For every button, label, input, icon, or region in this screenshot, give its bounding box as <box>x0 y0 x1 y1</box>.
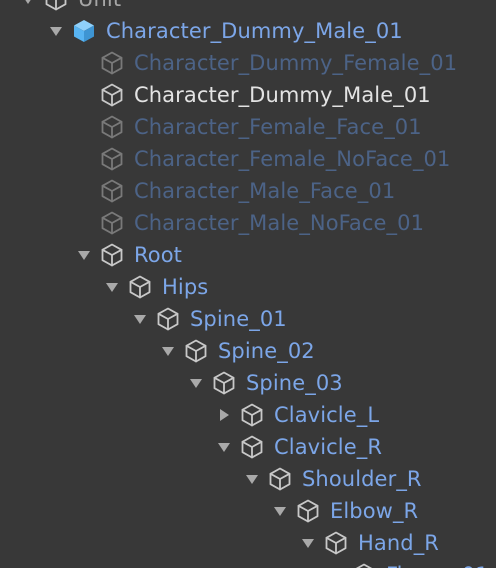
foldout-expanded-arrow-icon[interactable] <box>105 280 119 294</box>
cube-icon <box>45 0 67 11</box>
hierarchy-item-label: Character_Dummy_Male_01 <box>106 19 403 43</box>
hierarchy-row-hips[interactable]: Hips <box>0 271 496 303</box>
foldout-expanded-arrow-icon[interactable] <box>49 24 63 38</box>
hierarchy-row-clavicle-l[interactable]: Clavicle_L <box>0 399 496 431</box>
foldout-expanded-arrow-icon[interactable] <box>245 472 259 486</box>
hierarchy-item-label: Character_Dummy_Female_01 <box>134 51 458 75</box>
hierarchy-row-clavicle-r[interactable]: Clavicle_R <box>0 431 496 463</box>
hierarchy-row-character-dummy-male-01[interactable]: Character_Dummy_Male_01 <box>0 79 496 111</box>
hierarchy-row-character-female-face-01[interactable]: Character_Female_Face_01 <box>0 111 496 143</box>
foldout-expanded-arrow-icon[interactable] <box>273 504 287 518</box>
hierarchy-item-label: Spine_03 <box>246 371 343 395</box>
cube-icon <box>269 467 291 491</box>
hierarchy-item-label: Finger_01 <box>386 559 489 568</box>
hierarchy-row-shoulder-r[interactable]: Shoulder_R <box>0 463 496 495</box>
cube-icon <box>241 435 263 459</box>
hierarchy-item-label: Character_Female_Face_01 <box>134 115 422 139</box>
hierarchy-item-label: Hand_R <box>358 531 439 555</box>
foldout-expanded-arrow-icon[interactable] <box>77 248 91 262</box>
cube-icon <box>129 275 151 299</box>
foldout-expanded-arrow-icon[interactable] <box>189 376 203 390</box>
hierarchy-item-label: Unit <box>78 0 121 15</box>
cube-icon <box>101 211 123 235</box>
hierarchy-row-spine-02[interactable]: Spine_02 <box>0 335 496 367</box>
hierarchy-item-label: Clavicle_L <box>274 403 380 427</box>
foldout-expanded-arrow-icon[interactable] <box>21 0 35 6</box>
hierarchy-row-elbow-r[interactable]: Elbow_R <box>0 495 496 527</box>
cube-icon <box>157 307 179 331</box>
hierarchy-item-label: Clavicle_R <box>274 435 383 459</box>
hierarchy-item-label: Hips <box>162 275 209 299</box>
cube-icon <box>101 83 123 107</box>
foldout-expanded-arrow-icon[interactable] <box>217 440 231 454</box>
hierarchy-item-label: Character_Male_Face_01 <box>134 179 396 203</box>
cube-icon <box>325 531 347 555</box>
cube-icon <box>241 403 263 427</box>
hierarchy-item-label: Character_Male_NoFace_01 <box>134 211 425 235</box>
hierarchy-item-label: Character_Dummy_Male_01 <box>134 83 431 107</box>
cube-icon <box>101 179 123 203</box>
hierarchy-row-character-male-face-01[interactable]: Character_Male_Face_01 <box>0 175 496 207</box>
prefab-cube-icon <box>74 20 94 42</box>
hierarchy-row-finger-01[interactable]: Finger_01 <box>0 559 496 568</box>
cube-icon <box>101 51 123 75</box>
hierarchy-row-spine-01[interactable]: Spine_01 <box>0 303 496 335</box>
foldout-expanded-arrow-icon[interactable] <box>133 312 147 326</box>
cube-icon <box>101 115 123 139</box>
cube-icon <box>297 499 319 523</box>
hierarchy-item-label: Character_Female_NoFace_01 <box>134 147 451 171</box>
hierarchy-row-spine-03[interactable]: Spine_03 <box>0 367 496 399</box>
cube-icon <box>101 243 123 267</box>
hierarchy-row-character-dummy-male-01[interactable]: Character_Dummy_Male_01 <box>0 15 496 47</box>
hierarchy-item-label: Elbow_R <box>330 499 419 523</box>
cube-icon <box>355 563 373 568</box>
hierarchy-item-label: Shoulder_R <box>302 467 422 491</box>
foldout-collapsed-arrow-icon[interactable] <box>217 408 231 422</box>
hierarchy-row-unit[interactable]: Unit <box>0 0 496 15</box>
hierarchy-row-character-male-noface-01[interactable]: Character_Male_NoFace_01 <box>0 207 496 239</box>
foldout-expanded-arrow-icon[interactable] <box>301 536 315 550</box>
cube-icon <box>101 147 123 171</box>
hierarchy-item-label: Root <box>134 243 182 267</box>
hierarchy-item-label: Spine_02 <box>218 339 315 363</box>
foldout-expanded-arrow-icon[interactable] <box>161 344 175 358</box>
hierarchy-row-character-dummy-female-01[interactable]: Character_Dummy_Female_01 <box>0 47 496 79</box>
hierarchy-row-character-female-noface-01[interactable]: Character_Female_NoFace_01 <box>0 143 496 175</box>
hierarchy-panel: Unit Character_Dummy_Male_01 Character_Dum… <box>0 0 496 568</box>
cube-icon <box>213 371 235 395</box>
hierarchy-row-hand-r[interactable]: Hand_R <box>0 527 496 559</box>
hierarchy-row-root[interactable]: Root <box>0 239 496 271</box>
cube-icon <box>185 339 207 363</box>
hierarchy-item-label: Spine_01 <box>190 307 287 331</box>
